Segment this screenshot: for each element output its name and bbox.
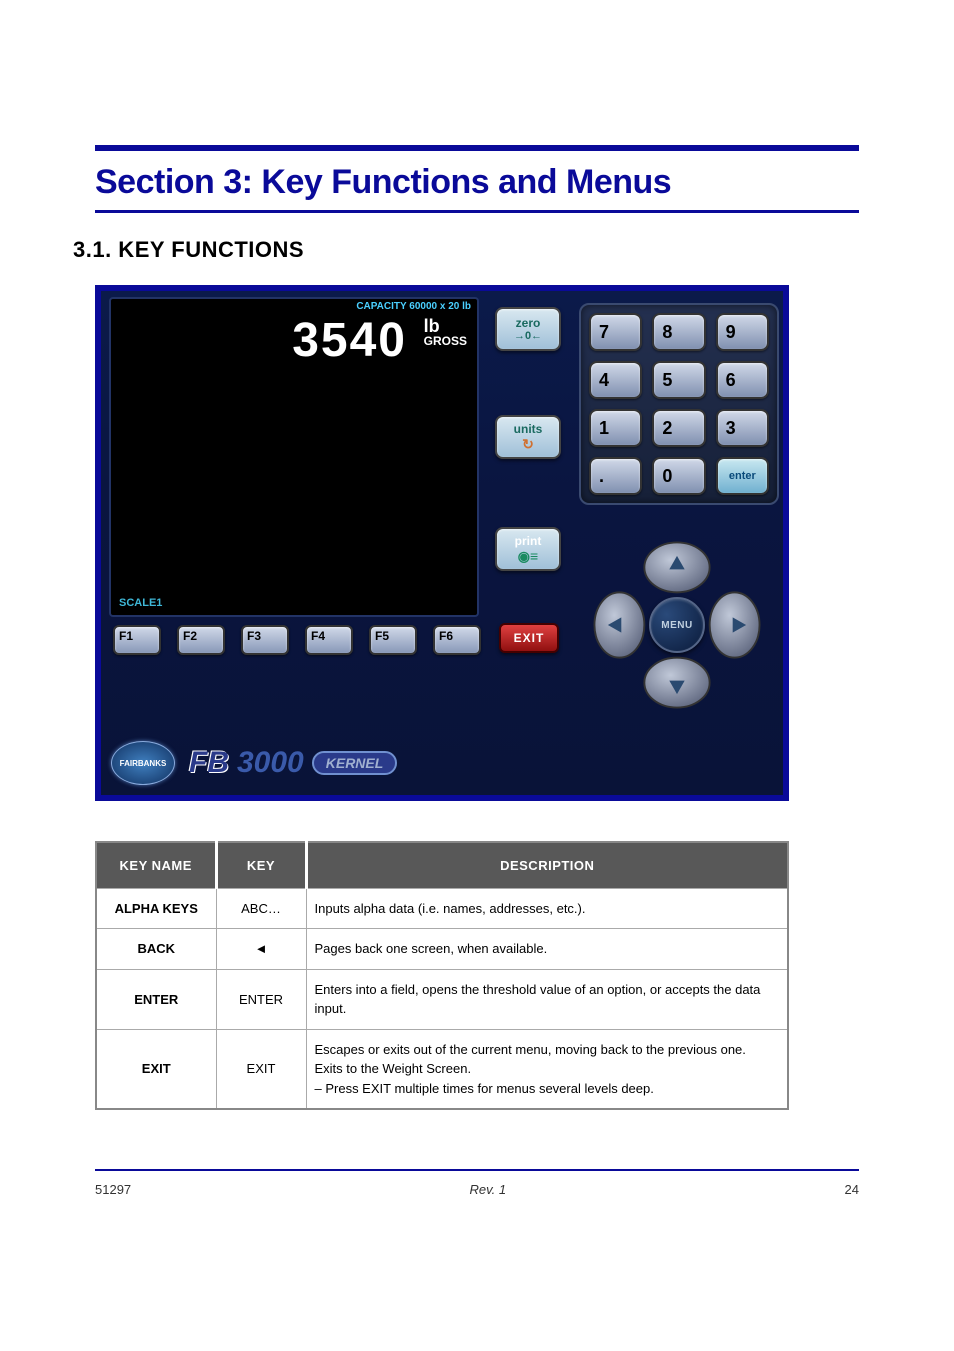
print-icon: ◉≡: [518, 548, 538, 565]
f5-key[interactable]: F5: [369, 625, 417, 655]
key-6[interactable]: 6: [716, 361, 769, 399]
cell-key: EXIT: [216, 1029, 306, 1109]
cell-desc: Pages back one screen, when available.: [306, 929, 788, 970]
cell-key: ◄: [216, 929, 306, 970]
th-keyname: KEY NAME: [96, 842, 216, 888]
key-7[interactable]: 7: [589, 313, 642, 351]
f1-key[interactable]: F1: [113, 625, 161, 655]
key-0[interactable]: 0: [652, 457, 705, 495]
print-button-label: print: [515, 534, 542, 548]
horizontal-rule-under: [95, 210, 859, 213]
key-3[interactable]: 3: [716, 409, 769, 447]
table-row: ALPHA KEYS ABC… Inputs alpha data (i.e. …: [96, 888, 788, 929]
cell-desc: Inputs alpha data (i.e. names, addresses…: [306, 888, 788, 929]
key-1[interactable]: 1: [589, 409, 642, 447]
numeric-keypad: 7 8 9 4 5 6 1 2 3 . 0 enter: [579, 303, 779, 505]
f3-key[interactable]: F3: [241, 625, 289, 655]
cell-keyname: ENTER: [96, 969, 216, 1029]
th-desc: DESCRIPTION: [306, 842, 788, 888]
units-icon: ↻: [522, 436, 534, 453]
key-8[interactable]: 8: [652, 313, 705, 351]
key-2[interactable]: 2: [652, 409, 705, 447]
units-button[interactable]: units ↻: [495, 415, 561, 459]
cell-keyname: BACK: [96, 929, 216, 970]
unit-gross: GROSS: [424, 335, 467, 347]
footer-page-num: 24: [845, 1182, 859, 1197]
cell-desc: Enters into a field, opens the threshold…: [306, 969, 788, 1029]
key-functions-table: KEY NAME KEY DESCRIPTION ALPHA KEYS ABC……: [95, 841, 789, 1110]
dpad: MENU: [581, 529, 773, 721]
brand-3000: 3000: [237, 746, 304, 780]
cell-keyname: ALPHA KEYS: [96, 888, 216, 929]
zero-icon: →0←: [514, 330, 542, 342]
units-block: lb GROSS: [424, 317, 467, 347]
brand-fb: FB: [189, 746, 229, 780]
key-4[interactable]: 4: [589, 361, 642, 399]
footer-doc-num: 51297: [95, 1182, 131, 1197]
th-key: KEY: [216, 842, 306, 888]
weight-readout: 3540: [292, 313, 407, 368]
f2-key[interactable]: F2: [177, 625, 225, 655]
key-9[interactable]: 9: [716, 313, 769, 351]
scale-label: SCALE1: [119, 597, 162, 609]
table-row: EXIT EXIT Escapes or exits out of the cu…: [96, 1029, 788, 1109]
brand-text: FB3000 KERNEL: [189, 746, 397, 780]
cell-keyname: EXIT: [96, 1029, 216, 1109]
key-enter[interactable]: enter: [716, 457, 769, 495]
subsection-title: 3.1. KEY FUNCTIONS: [73, 237, 859, 263]
fairbanks-logo: FAIRBANKS: [111, 741, 175, 785]
section-title: Section 3: Key Functions and Menus: [95, 157, 859, 210]
footer-row: 51297 Rev. 1 24: [95, 1182, 859, 1197]
cell-desc: Escapes or exits out of the current menu…: [306, 1029, 788, 1109]
unit-lb: lb: [424, 317, 467, 335]
f4-key[interactable]: F4: [305, 625, 353, 655]
table-row: ENTER ENTER Enters into a field, opens t…: [96, 969, 788, 1029]
exit-button[interactable]: EXIT: [499, 623, 559, 653]
units-button-label: units: [514, 422, 543, 436]
device-screenshot: CAPACITY 60000 x 20 lb 3540 lb GROSS SCA…: [95, 285, 789, 801]
key-5[interactable]: 5: [652, 361, 705, 399]
footer-revision: Rev. 1: [470, 1182, 507, 1197]
menu-button[interactable]: MENU: [649, 597, 705, 653]
horizontal-rule-top: [95, 145, 859, 151]
print-button[interactable]: print ◉≡: [495, 527, 561, 571]
capacity-label: CAPACITY 60000 x 20 lb: [356, 301, 471, 312]
f6-key[interactable]: F6: [433, 625, 481, 655]
footer-rule: [95, 1169, 859, 1171]
cell-key: ABC…: [216, 888, 306, 929]
cell-key: ENTER: [216, 969, 306, 1029]
zero-button[interactable]: zero →0←: [495, 307, 561, 351]
function-keys-row: F1 F2 F3 F4 F5 F6: [113, 625, 481, 655]
brand-kernel: KERNEL: [312, 751, 398, 775]
weight-display: CAPACITY 60000 x 20 lb 3540 lb GROSS SCA…: [109, 297, 479, 617]
table-row: BACK ◄ Pages back one screen, when avail…: [96, 929, 788, 970]
brand-area: FAIRBANKS FB3000 KERNEL: [111, 741, 397, 785]
key-dot[interactable]: .: [589, 457, 642, 495]
zero-button-label: zero: [516, 316, 541, 330]
